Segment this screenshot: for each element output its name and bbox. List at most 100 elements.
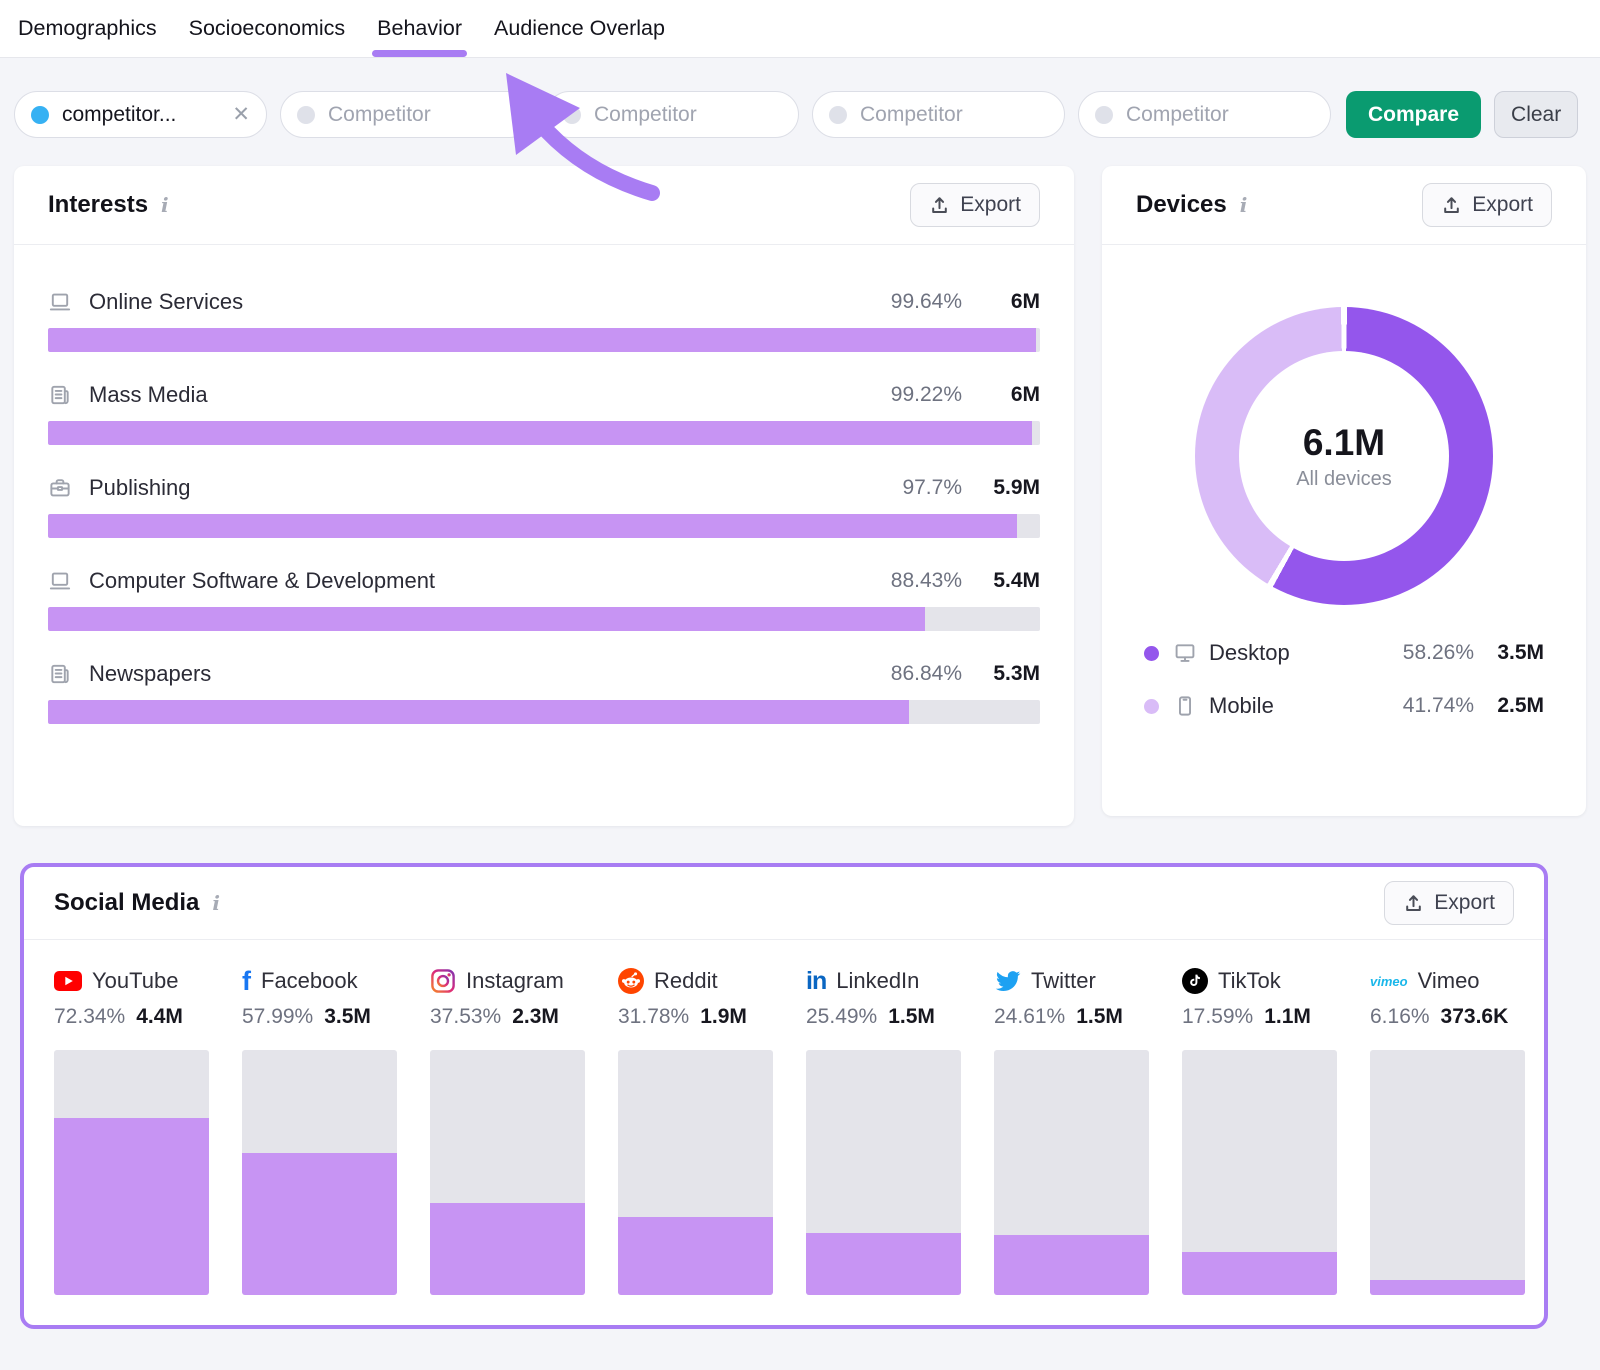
platform-value: 1.5M bbox=[1076, 1005, 1123, 1029]
interest-row: Computer Software & Development88.43%5.4… bbox=[48, 568, 1040, 631]
platform-name: Reddit bbox=[654, 968, 718, 994]
interest-bar-fill bbox=[48, 700, 909, 724]
interest-value: 6M bbox=[988, 290, 1040, 314]
interest-value: 5.9M bbox=[988, 476, 1040, 500]
platform-name: Vimeo bbox=[1418, 968, 1480, 994]
platform-bar-track bbox=[1370, 1050, 1525, 1295]
social-media-header: Social Media Export bbox=[24, 867, 1544, 940]
competitor-input-field[interactable] bbox=[594, 103, 782, 127]
platform-value: 1.9M bbox=[700, 1005, 747, 1029]
competitor-input-field[interactable] bbox=[860, 103, 1048, 127]
interest-percent: 88.43% bbox=[891, 569, 962, 593]
competitor-input-field[interactable] bbox=[1126, 103, 1314, 127]
tab-socioeconomics[interactable]: Socioeconomics bbox=[187, 0, 348, 57]
competitor-input[interactable] bbox=[546, 91, 799, 138]
youtube-icon bbox=[54, 971, 82, 991]
platform-bar-fill bbox=[1370, 1280, 1525, 1295]
device-legend-row: Mobile41.74%2.5M bbox=[1144, 686, 1544, 726]
interest-label: Mass Media bbox=[89, 382, 208, 408]
tab-behavior[interactable]: Behavior bbox=[375, 0, 464, 57]
interest-percent: 99.64% bbox=[891, 290, 962, 314]
competitor-input-field[interactable] bbox=[328, 103, 516, 127]
interests-title: Interests bbox=[48, 191, 148, 219]
interest-bar-track bbox=[48, 328, 1040, 352]
laptop-icon bbox=[48, 569, 72, 593]
export-label: Export bbox=[960, 193, 1021, 217]
interest-bar-fill bbox=[48, 607, 925, 631]
platform-percent: 31.78% bbox=[618, 1005, 689, 1029]
close-icon[interactable]: ✕ bbox=[232, 104, 250, 125]
interest-value: 6M bbox=[988, 383, 1040, 407]
devices-donut-chart: 6.1M All devices bbox=[1195, 307, 1493, 605]
platform-percent: 37.53% bbox=[430, 1005, 501, 1029]
interests-header: Interests Export bbox=[14, 166, 1074, 245]
device-value: 3.5M bbox=[1492, 641, 1544, 665]
mobile-icon bbox=[1173, 694, 1197, 718]
competitor-input[interactable] bbox=[1078, 91, 1331, 138]
competitor-dot-icon bbox=[31, 106, 49, 124]
device-legend-row: Desktop58.26%3.5M bbox=[1144, 633, 1544, 673]
interest-bar-fill bbox=[48, 328, 1036, 352]
interest-label: Computer Software & Development bbox=[89, 568, 435, 594]
competitor-dot-icon bbox=[829, 106, 847, 124]
competitor-dot-icon bbox=[563, 106, 581, 124]
tiktok-icon bbox=[1182, 968, 1208, 994]
platform-percent: 72.34% bbox=[54, 1005, 125, 1029]
interest-row: Publishing97.7%5.9M bbox=[48, 475, 1040, 538]
selected-competitor-label: competitor... bbox=[62, 103, 176, 127]
interest-label: Publishing bbox=[89, 475, 191, 501]
platform-name: LinkedIn bbox=[836, 968, 919, 994]
export-button[interactable]: Export bbox=[1384, 881, 1514, 925]
devices-legend: Desktop58.26%3.5MMobile41.74%2.5M bbox=[1102, 605, 1586, 739]
info-icon[interactable] bbox=[212, 891, 220, 915]
devices-title: Devices bbox=[1136, 191, 1227, 219]
interest-percent: 99.22% bbox=[891, 383, 962, 407]
export-label: Export bbox=[1434, 891, 1495, 915]
platform-value: 3.5M bbox=[324, 1005, 371, 1029]
competitor-input[interactable] bbox=[280, 91, 533, 138]
briefcase-icon bbox=[48, 476, 72, 500]
social-platform-youtube: YouTube 72.34% 4.4M bbox=[54, 966, 209, 1295]
interest-row: Mass Media 99.22% 6M bbox=[48, 382, 1040, 445]
info-icon[interactable] bbox=[1240, 193, 1248, 217]
devices-header: Devices Export bbox=[1102, 166, 1586, 245]
device-percent: 41.74% bbox=[1403, 694, 1474, 718]
platform-name: Facebook bbox=[261, 968, 358, 994]
social-media-title: Social Media bbox=[54, 889, 199, 917]
interest-label: Online Services bbox=[89, 289, 243, 315]
platform-bar-fill bbox=[242, 1153, 397, 1295]
devices-card: Devices Export 6.1M All devices Desktop5… bbox=[1102, 166, 1586, 816]
all-devices-label: All devices bbox=[1296, 468, 1392, 491]
tab-demographics[interactable]: Demographics bbox=[16, 0, 159, 57]
platform-bar-fill bbox=[54, 1118, 209, 1295]
export-button[interactable]: Export bbox=[1422, 183, 1552, 227]
device-label: Mobile bbox=[1209, 693, 1274, 719]
tab-audience-overlap[interactable]: Audience Overlap bbox=[492, 0, 667, 57]
social-platform-twitter: Twitter24.61%1.5M bbox=[994, 966, 1149, 1295]
platform-value: 4.4M bbox=[136, 1005, 183, 1029]
platform-bar-track bbox=[430, 1050, 585, 1295]
vimeo-icon: vimeo bbox=[1370, 975, 1408, 988]
competitor-dot-icon bbox=[297, 106, 315, 124]
export-button[interactable]: Export bbox=[910, 183, 1040, 227]
competitor-input[interactable] bbox=[812, 91, 1065, 138]
news-icon bbox=[48, 662, 72, 686]
interest-row: Online Services 99.64% 6M bbox=[48, 289, 1040, 352]
competitor-dot-icon bbox=[1095, 106, 1113, 124]
platform-value: 2.3M bbox=[512, 1005, 559, 1029]
info-icon[interactable] bbox=[161, 193, 169, 217]
interests-card: Interests Export Online Services 99.64% 6M… bbox=[14, 166, 1074, 826]
clear-button[interactable]: Clear bbox=[1494, 91, 1578, 138]
social-platform-instagram: Instagram37.53%2.3M bbox=[430, 966, 585, 1295]
social-platform-tiktok: TikTok17.59%1.1M bbox=[1182, 966, 1337, 1295]
selected-competitor-chip[interactable]: competitor... ✕ bbox=[14, 91, 267, 138]
interest-bar-track bbox=[48, 514, 1040, 538]
platform-name: TikTok bbox=[1218, 968, 1281, 994]
desktop-icon bbox=[1173, 641, 1197, 665]
platform-name: YouTube bbox=[92, 968, 178, 994]
linkedin-icon: in bbox=[806, 969, 826, 994]
interest-percent: 86.84% bbox=[891, 662, 962, 686]
platform-bar-fill bbox=[806, 1233, 961, 1295]
platform-percent: 24.61% bbox=[994, 1005, 1065, 1029]
compare-button[interactable]: Compare bbox=[1346, 91, 1481, 138]
